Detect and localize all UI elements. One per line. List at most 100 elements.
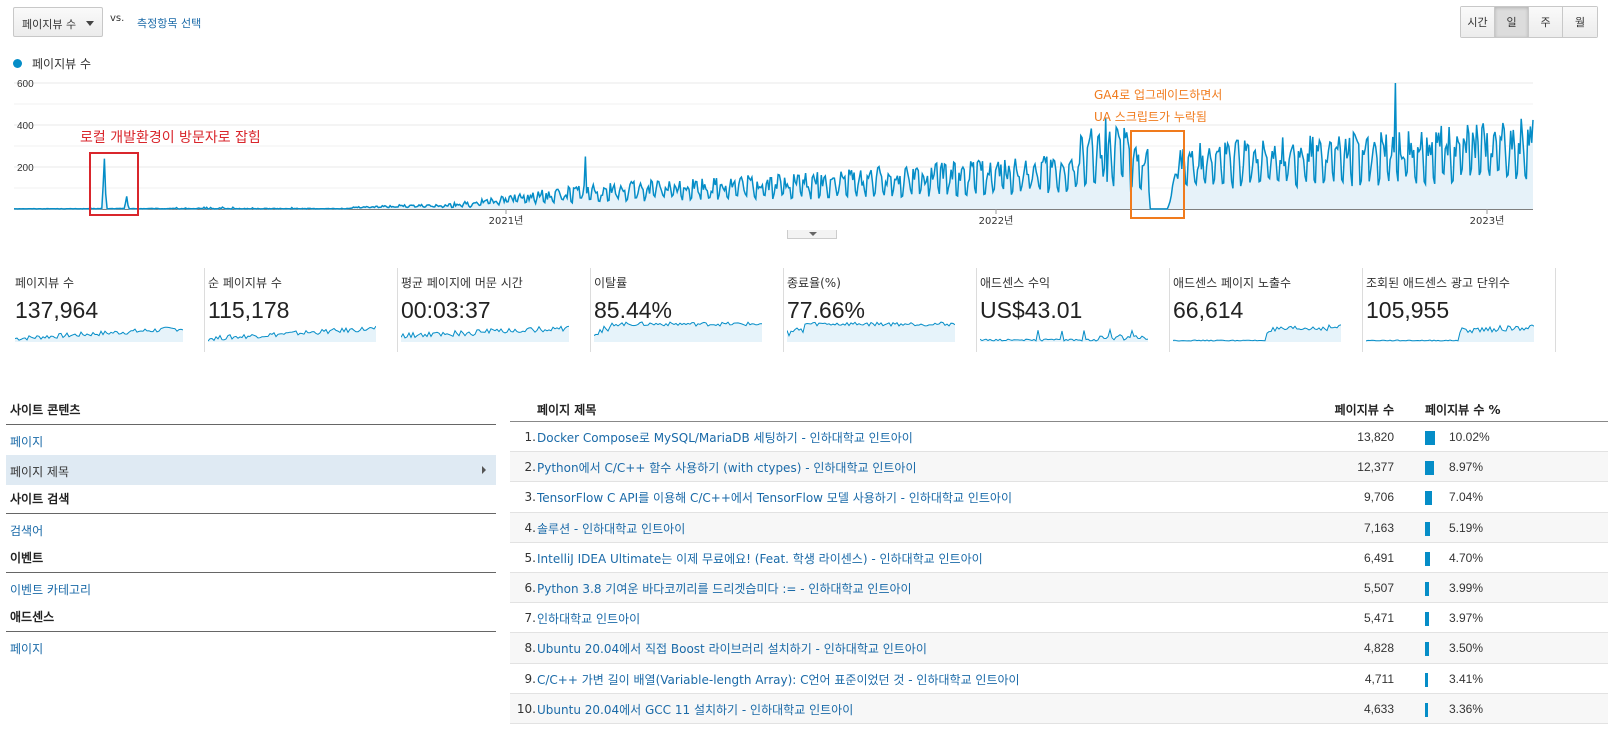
scorecard[interactable]: 순 페이지뷰 수 115,178 [205, 268, 398, 352]
row-percent-bar [1425, 642, 1429, 657]
y-tick-label: 400 [17, 121, 34, 132]
row-percent-bar [1425, 521, 1430, 536]
scorecard-sparkline [15, 326, 183, 342]
y-tick-label: 600 [17, 79, 34, 90]
granularity-day-button[interactable]: 일 [1495, 7, 1529, 37]
scorecard-label: 애드센스 수익 [980, 276, 1051, 290]
row-title-link[interactable]: Ubuntu 20.04에서 직접 Boost 라이브러리 설치하기 - 인하대… [537, 640, 927, 657]
column-header-title[interactable]: 페이지 제목 [537, 401, 596, 418]
table-row: 10. Ubuntu 20.04에서 GCC 11 설치하기 - 인하대학교 인트… [510, 693, 1608, 724]
row-title-link[interactable]: Docker Compose로 MySQL/MariaDB 세팅하기 - 인하대… [537, 429, 913, 446]
row-views: 7,163 [1363, 520, 1394, 535]
row-views: 5,471 [1363, 611, 1394, 626]
row-index: 1. [524, 430, 536, 444]
row-percent-bar [1425, 551, 1430, 566]
table-header: 페이지 제목 페이지뷰 수 페이지뷰 수 % [510, 396, 1608, 422]
row-views: 4,828 [1363, 641, 1394, 656]
nav-header-adsense: 애드센스 [6, 603, 496, 632]
scorecard-sparkline [980, 327, 1148, 342]
x-tick-label: 2022년 [979, 215, 1014, 227]
scorecard-sparkline [594, 321, 762, 342]
row-percent: 5.19% [1449, 520, 1484, 535]
table-row: 8. Ubuntu 20.04에서 직접 Boost 라이브러리 설치하기 - 인… [510, 633, 1608, 664]
scorecard[interactable]: 애드센스 수익 US$43.01 [977, 268, 1170, 352]
scorecard-sparkline [208, 325, 376, 342]
scorecard[interactable]: 이탈률 85.44% [591, 268, 784, 352]
row-title-link[interactable]: C/C++ 가변 길이 배열(Variable-length Array): C… [537, 671, 1020, 688]
scorecard[interactable]: 애드센스 페이지 노출수 66,614 [1170, 268, 1363, 352]
y-tick-label: 200 [17, 163, 34, 174]
row-percent: 10.02% [1449, 430, 1490, 444]
table-row: 5. IntelliJ IDEA Ultimate는 이제 무료에요! (Feat… [510, 542, 1608, 573]
scorecard-label: 이탈률 [594, 276, 628, 290]
table-row: 1. Docker Compose로 MySQL/MariaDB 세팅하기 - 인… [510, 422, 1608, 453]
nav-header-events: 이벤트 [6, 544, 496, 573]
metric-select[interactable]: 페이지뷰 수 [13, 7, 103, 37]
row-percent-bar [1425, 702, 1428, 717]
nav-link-search-term[interactable]: 검색어 [6, 514, 496, 544]
nav-link-adsense-page[interactable]: 페이지 [6, 632, 496, 662]
row-percent-bar [1425, 672, 1428, 687]
scorecard-sparkline [1173, 324, 1341, 342]
column-header-percent[interactable]: 페이지뷰 수 % [1425, 401, 1501, 418]
row-index: 6. [524, 580, 536, 595]
report-nav: 사이트 콘텐츠 페이지 페이지 제목 사이트 검색 검색어 이벤트 이벤트 카테… [6, 396, 496, 662]
row-percent: 3.97% [1449, 611, 1484, 626]
row-title-link[interactable]: TensorFlow C API를 이용해 C/C++에서 TensorFlow… [537, 489, 1012, 506]
row-percent-bar [1425, 581, 1429, 596]
row-percent-bar [1425, 431, 1435, 445]
granularity-month-button[interactable]: 월 [1563, 7, 1597, 37]
annotation-ga4-line2: UA 스크립트가 누락됨 [1094, 110, 1207, 124]
row-index: 7. [524, 611, 536, 626]
scorecard-sparkline [1366, 324, 1534, 342]
chevron-down-icon [86, 21, 94, 26]
row-title-link[interactable]: IntelliJ IDEA Ultimate는 이제 무료에요! (Feat. … [537, 550, 983, 567]
row-percent: 4.70% [1449, 550, 1484, 565]
row-index: 4. [524, 520, 536, 535]
row-index: 2. [524, 460, 536, 475]
chart-collapse-handle[interactable] [787, 230, 837, 239]
scorecard[interactable]: 페이지뷰 수 137,964 [12, 268, 205, 352]
metric-select-label: 페이지뷰 수 [22, 18, 77, 31]
row-title-link[interactable]: Python 3.8 기여운 바다코끼리를 드리겟습미다 := - 인하대학교 … [537, 580, 912, 597]
scorecard[interactable]: 조회된 애드센스 광고 단위수 105,955 [1363, 268, 1556, 352]
granularity-toggle: 시간 일 주 월 [1460, 6, 1598, 38]
nav-link-page[interactable]: 페이지 [6, 425, 496, 455]
scorecard-sparkline [401, 325, 569, 342]
row-title-link[interactable]: 솔루션 - 인하대학교 인트아이 [537, 520, 685, 537]
scorecard-sparkline [787, 321, 955, 342]
scorecard-label: 순 페이지뷰 수 [208, 276, 282, 290]
granularity-week-button[interactable]: 주 [1529, 7, 1563, 37]
compare-metric-link[interactable]: 측정항목 선택 [137, 15, 201, 31]
nav-header-site-search: 사이트 검색 [6, 485, 496, 514]
granularity-hour-button[interactable]: 시간 [1461, 7, 1495, 37]
row-title-link[interactable]: Python에서 C/C++ 함수 사용하기 (with ctypes) - 인… [537, 459, 917, 476]
table-row: 6. Python 3.8 기여운 바다코끼리를 드리겟습미다 := - 인하대학… [510, 572, 1608, 604]
annotation-ga4-line1: GA4로 업그레이드하면서 [1094, 88, 1222, 102]
vs-label: vs. [110, 13, 125, 24]
table-body: 1. Docker Compose로 MySQL/MariaDB 세팅하기 - 인… [510, 422, 1608, 724]
scorecard[interactable]: 종료율(%) 77.66% [784, 268, 977, 352]
nav-link-page-title[interactable]: 페이지 제목 [6, 455, 496, 485]
row-percent: 3.36% [1449, 701, 1484, 716]
scorecard[interactable]: 평균 페이지에 머문 시간 00:03:37 [398, 268, 591, 352]
chevron-right-icon [482, 466, 486, 474]
nav-link-page-title-label: 페이지 제목 [10, 465, 70, 479]
row-percent-bar [1425, 461, 1434, 476]
row-percent-bar [1425, 612, 1429, 627]
scorecard-label: 페이지뷰 수 [15, 276, 75, 290]
table-row: 3. TensorFlow C API를 이용해 C/C++에서 TensorFl… [510, 482, 1608, 513]
pageviews-line-chart[interactable]: 600 400 200 2021년 2022년 2023년 로컬 개발환경이 방문자로 잡힘… [0, 65, 1560, 230]
row-title-link[interactable]: 인하대학교 인트아이 [537, 610, 640, 627]
row-title-link[interactable]: Ubuntu 20.04에서 GCC 11 설치하기 - 인하대학교 인트아이 [537, 701, 853, 718]
table-row: 7. 인하대학교 인트아이 5,471 3.97% [510, 603, 1608, 634]
nav-header-site-content: 사이트 콘텐츠 [6, 396, 496, 425]
row-views: 13,820 [1357, 430, 1394, 444]
row-views: 4,711 [1364, 671, 1394, 686]
local-dev-highlight-box [89, 152, 139, 216]
row-percent: 7.04% [1449, 490, 1484, 505]
column-header-views[interactable]: 페이지뷰 수 [1335, 401, 1394, 418]
row-views: 9,706 [1363, 490, 1394, 505]
nav-link-event-category[interactable]: 이벤트 카테고리 [6, 573, 496, 603]
row-views: 12,377 [1357, 460, 1394, 475]
